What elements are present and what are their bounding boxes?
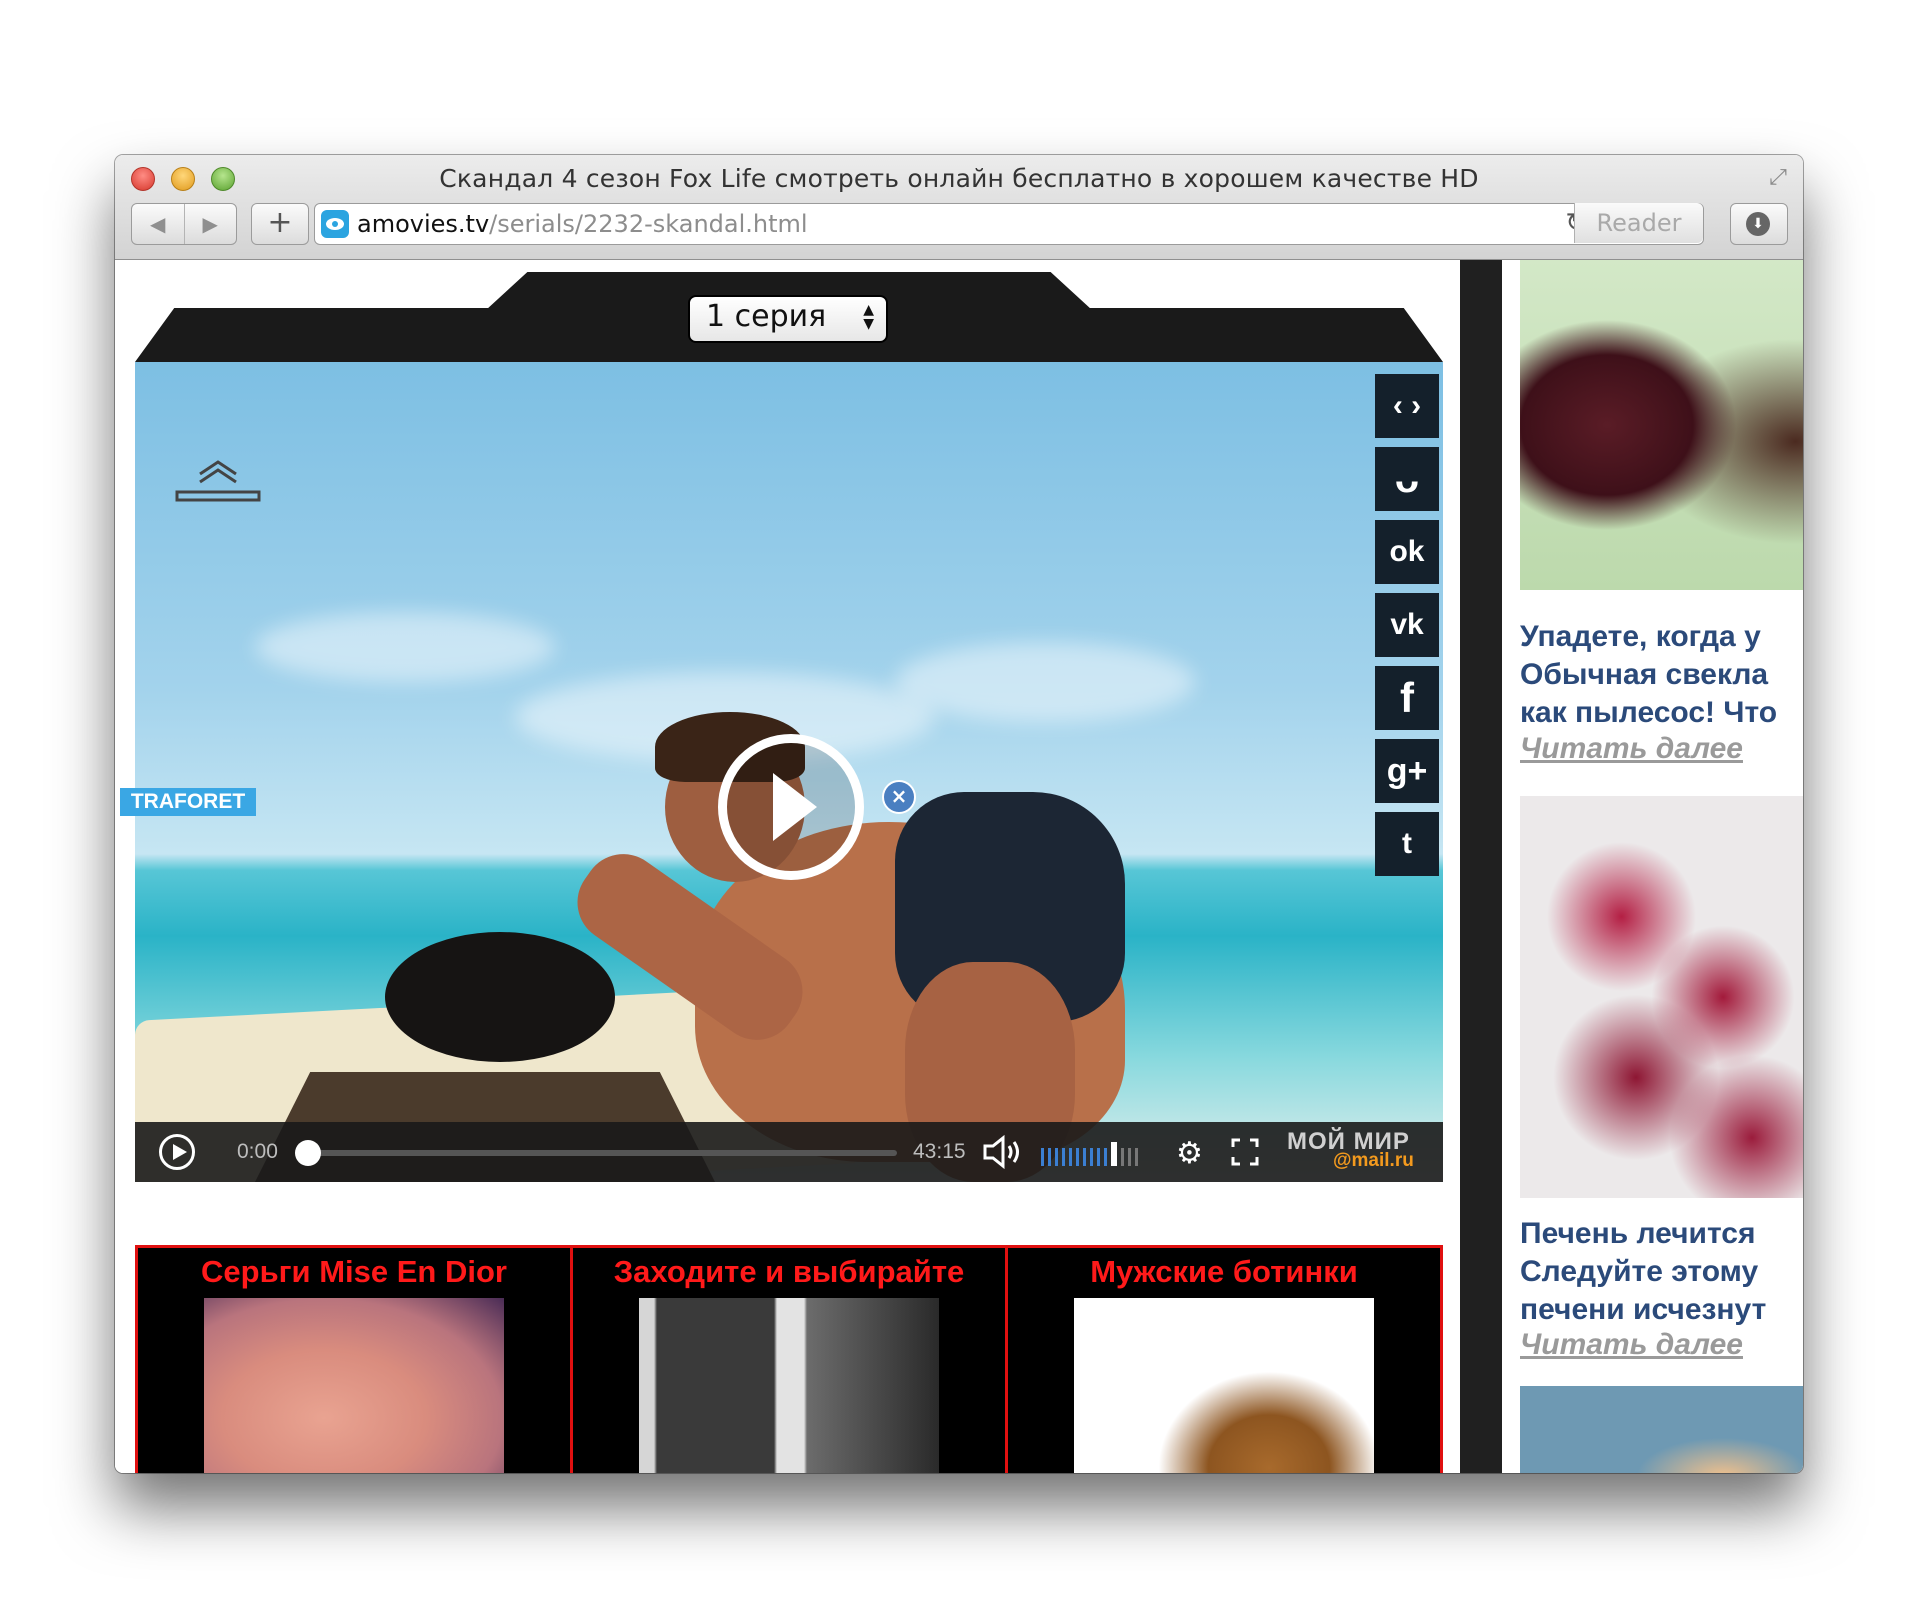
share-vk-icon[interactable]: vk bbox=[1375, 593, 1439, 657]
share-moimir-icon[interactable]: ᴗ bbox=[1375, 447, 1439, 511]
address-bar[interactable]: amovies.tv/serials/2232-skandal.html ↻ R… bbox=[314, 203, 1704, 245]
title-bar: Скандал 4 сезон Fox Life смотреть онлайн… bbox=[115, 155, 1803, 260]
select-arrows-icon: ▲ ▼ bbox=[863, 302, 874, 332]
ad-title: Серьги Mise En Dior bbox=[201, 1254, 507, 1289]
volume-bar bbox=[1128, 1148, 1131, 1166]
news-image-woman[interactable] bbox=[1520, 1386, 1803, 1473]
traforet-badge[interactable]: TRAFORET bbox=[120, 788, 256, 816]
moimir-logo[interactable]: МОЙ МИР @mail.ru bbox=[1287, 1128, 1437, 1172]
current-time: 0:00 bbox=[237, 1140, 278, 1163]
new-tab-button[interactable]: + bbox=[251, 203, 309, 245]
settings-gear-icon[interactable]: ⚙ bbox=[1176, 1136, 1203, 1171]
close-overlay-icon[interactable]: × bbox=[882, 780, 916, 814]
ad-title: Мужские ботинки bbox=[1090, 1254, 1358, 1289]
window-title: Скандал 4 сезон Fox Life смотреть онлайн… bbox=[439, 164, 1479, 193]
download-icon: ⬇ bbox=[1746, 212, 1770, 236]
volume-bar bbox=[1062, 1148, 1065, 1166]
news-column: Упадете, когда у Обычная свекла как пыле… bbox=[1520, 260, 1803, 1473]
ad-image-boots bbox=[1074, 1298, 1374, 1473]
volume-bar bbox=[1097, 1148, 1100, 1166]
reader-button[interactable]: Reader bbox=[1574, 203, 1703, 243]
lift-player-icon[interactable] bbox=[175, 454, 261, 502]
video-frame[interactable]: × ‹ › ᴗ ok vk f g+ t bbox=[135, 362, 1443, 1182]
series-select[interactable]: 1 серия ▲ ▼ bbox=[688, 295, 888, 343]
fullscreen-icon[interactable]: ⤢ bbox=[1763, 163, 1793, 193]
share-facebook-icon[interactable]: f bbox=[1375, 666, 1439, 730]
read-more-link[interactable]: Читать далее bbox=[1520, 1328, 1743, 1362]
volume-bar bbox=[1090, 1148, 1093, 1166]
main-column: 1 серия ▲ ▼ × ‹ › ᴗ ok vk f g+ t TRAFORE… bbox=[115, 260, 1460, 1473]
big-play-button[interactable] bbox=[718, 734, 864, 880]
volume-bar bbox=[1041, 1148, 1044, 1166]
play-button[interactable] bbox=[159, 1134, 195, 1170]
forward-icon: ▶ bbox=[202, 212, 218, 236]
back-button[interactable]: ◀ bbox=[132, 204, 184, 244]
site-favicon-icon bbox=[321, 210, 349, 238]
player-controls: 0:00 43:15 ⚙ МОЙ МИР @mail.ru bbox=[135, 1122, 1443, 1182]
browser-window: Скандал 4 сезон Fox Life смотреть онлайн… bbox=[115, 155, 1803, 1473]
share-embed-icon[interactable]: ‹ › bbox=[1375, 374, 1439, 438]
volume-bar bbox=[1111, 1142, 1117, 1166]
share-twitter-icon[interactable]: t bbox=[1375, 812, 1439, 876]
url-domain: amovies.tv bbox=[357, 210, 490, 238]
volume-bar bbox=[1121, 1148, 1124, 1166]
volume-bar bbox=[1055, 1148, 1058, 1166]
duration-time: 43:15 bbox=[913, 1140, 966, 1163]
read-more-link[interactable]: Читать далее bbox=[1520, 732, 1743, 766]
ad-title: Заходите и выбирайте bbox=[613, 1254, 965, 1289]
forward-button[interactable]: ▶ bbox=[183, 204, 237, 244]
share-google-plus-icon[interactable]: g+ bbox=[1375, 739, 1439, 803]
volume-icon[interactable] bbox=[981, 1134, 1027, 1170]
cloud-shape bbox=[895, 642, 1195, 722]
news-image-beets[interactable] bbox=[1520, 796, 1803, 1198]
progress-track[interactable] bbox=[315, 1150, 897, 1156]
cloud-shape bbox=[255, 612, 555, 682]
ad-item[interactable]: Заходите и выбирайте bbox=[570, 1248, 1005, 1473]
downloads-button[interactable]: ⬇ bbox=[1730, 203, 1788, 245]
page-divider bbox=[1460, 260, 1502, 1473]
volume-bar bbox=[1076, 1148, 1079, 1166]
news-title[interactable]: Упадете, когда у Обычная свекла как пыле… bbox=[1520, 618, 1803, 732]
back-icon: ◀ bbox=[150, 212, 166, 236]
brand-line2: @mail.ru bbox=[1333, 1150, 1414, 1171]
ad-block: Серьги Mise En Dior Заходите и выбирайте… bbox=[135, 1245, 1443, 1473]
ad-item[interactable]: Серьги Mise En Dior bbox=[138, 1248, 570, 1473]
url-path: /serials/2232-skandal.html bbox=[489, 210, 808, 238]
volume-slider[interactable] bbox=[1041, 1140, 1151, 1166]
news-title[interactable]: Печень лечится Следуйте этому печени исч… bbox=[1520, 1215, 1803, 1329]
volume-bar bbox=[1083, 1148, 1086, 1166]
volume-bar bbox=[1104, 1148, 1107, 1166]
ad-item[interactable]: Мужские ботинки bbox=[1005, 1248, 1440, 1473]
volume-bar bbox=[1048, 1148, 1051, 1166]
page-content: 1 серия ▲ ▼ × ‹ › ᴗ ok vk f g+ t TRAFORE… bbox=[115, 260, 1803, 1473]
volume-bar bbox=[1135, 1148, 1138, 1166]
ad-image-speaker bbox=[639, 1298, 939, 1473]
fullscreen-toggle-icon[interactable] bbox=[1231, 1138, 1259, 1166]
share-odnoklassniki-icon[interactable]: ok bbox=[1375, 520, 1439, 584]
volume-bar bbox=[1069, 1148, 1072, 1166]
news-image-beet[interactable] bbox=[1520, 260, 1803, 590]
url-text[interactable]: amovies.tv/serials/2232-skandal.html bbox=[357, 210, 808, 238]
ad-image-earring bbox=[204, 1298, 504, 1473]
back-forward-group: ◀ ▶ bbox=[131, 203, 237, 245]
progress-knob[interactable] bbox=[295, 1140, 321, 1166]
video-scene-hair bbox=[385, 932, 615, 1062]
series-select-value: 1 серия bbox=[706, 299, 827, 334]
